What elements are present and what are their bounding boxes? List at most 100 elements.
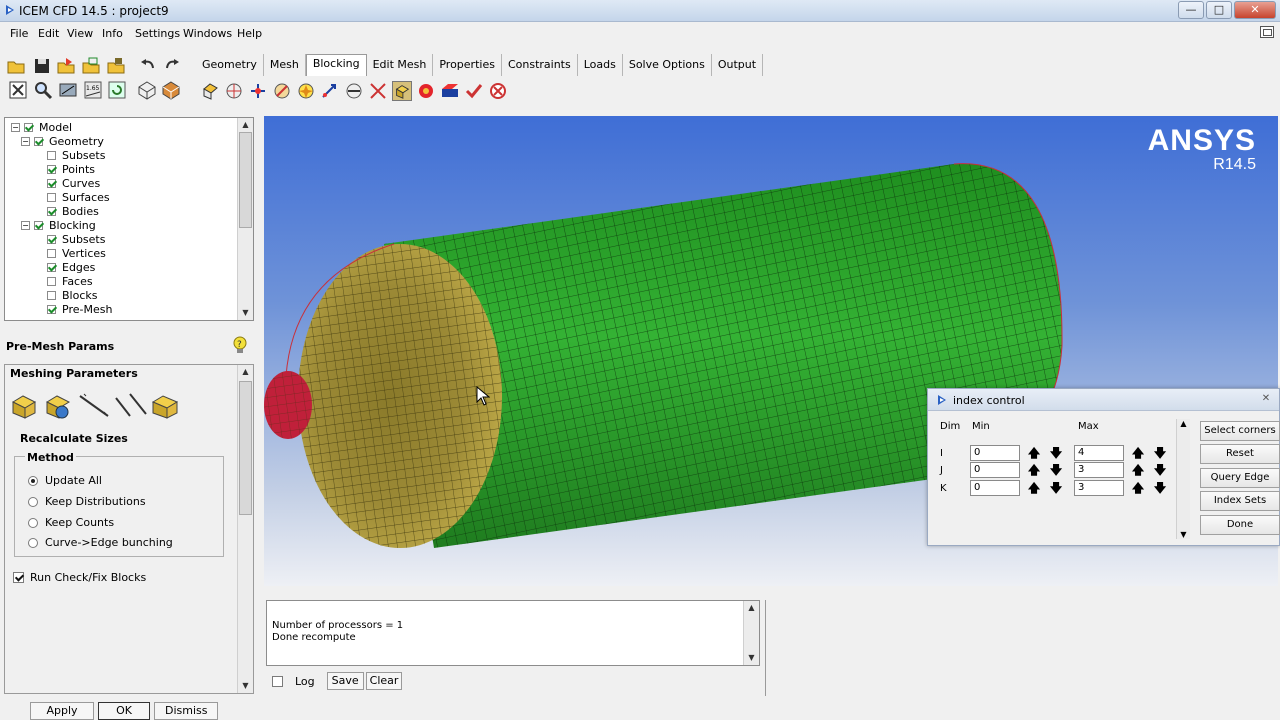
k-min-down-icon[interactable]: 🡇 bbox=[1049, 481, 1063, 495]
tab-loads[interactable]: Loads bbox=[578, 54, 623, 76]
query-edge-button[interactable]: Query Edge bbox=[1200, 468, 1280, 488]
tab-blocking[interactable]: Blocking bbox=[305, 54, 367, 76]
message-window[interactable]: Number of processors = 1 Done recompute … bbox=[266, 600, 760, 666]
tab-mesh[interactable]: Mesh bbox=[264, 54, 306, 76]
scroll-up-icon[interactable]: ▲ bbox=[238, 365, 253, 379]
tree-item-blocks[interactable]: Blocks bbox=[47, 288, 97, 302]
help-bulb-icon[interactable]: ? bbox=[232, 336, 248, 354]
apply-button[interactable]: Apply bbox=[30, 702, 94, 720]
merge-vertices-icon[interactable] bbox=[248, 81, 268, 101]
scroll-up-icon[interactable]: ▲ bbox=[238, 118, 253, 132]
transform-blocks-icon[interactable] bbox=[344, 81, 364, 101]
minimize-button[interactable]: — bbox=[1178, 1, 1204, 19]
clear-log-button[interactable]: Clear bbox=[365, 672, 403, 690]
i-min-field[interactable]: 0 bbox=[970, 445, 1020, 461]
tab-geometry[interactable]: Geometry bbox=[196, 54, 264, 76]
i-min-up-icon[interactable]: 🡅 bbox=[1027, 446, 1041, 460]
scroll-down-icon[interactable]: ▼ bbox=[744, 651, 759, 665]
i-min-down-icon[interactable]: 🡇 bbox=[1049, 446, 1063, 460]
j-max-field[interactable]: 3 bbox=[1074, 462, 1124, 478]
open-blocking-icon[interactable] bbox=[106, 56, 126, 76]
save-log-button[interactable]: Save bbox=[326, 672, 364, 690]
tab-solve-options[interactable]: Solve Options bbox=[623, 54, 712, 76]
j-min-field[interactable]: 0 bbox=[970, 462, 1020, 478]
tab-properties[interactable]: Properties bbox=[433, 54, 502, 76]
split-block-icon[interactable] bbox=[224, 81, 244, 101]
done-button[interactable]: Done bbox=[1200, 515, 1280, 535]
tree-item-geo-subsets[interactable]: Subsets bbox=[47, 148, 105, 162]
zoom-icon[interactable] bbox=[33, 80, 53, 100]
dialog-scrollbar[interactable]: ▲ ▼ bbox=[1176, 419, 1190, 539]
tree-item-edges[interactable]: Edges bbox=[47, 260, 95, 274]
menu-view[interactable]: View bbox=[67, 27, 93, 40]
update-size-icon[interactable] bbox=[10, 392, 38, 420]
check-blocks-icon[interactable] bbox=[464, 81, 484, 101]
open-mesh-icon[interactable] bbox=[81, 56, 101, 76]
k-min-up-icon[interactable]: 🡅 bbox=[1027, 481, 1041, 495]
associate-icon[interactable] bbox=[296, 81, 316, 101]
i-max-field[interactable]: 4 bbox=[1074, 445, 1124, 461]
refinement-icon[interactable] bbox=[150, 392, 180, 420]
tree-item-model[interactable]: − Model bbox=[11, 120, 72, 134]
menu-info[interactable]: Info bbox=[102, 27, 123, 40]
tree-item-surfaces[interactable]: Surfaces bbox=[47, 190, 110, 204]
scroll-down-icon[interactable]: ▼ bbox=[1177, 530, 1190, 539]
restore-window-icon[interactable] bbox=[1260, 26, 1274, 38]
log-checkbox[interactable] bbox=[272, 675, 283, 687]
radio-update-all[interactable]: Update All bbox=[28, 474, 102, 487]
menu-file[interactable]: File bbox=[10, 27, 28, 40]
radio-curve-edge-bunching[interactable]: Curve->Edge bunching bbox=[28, 536, 173, 549]
dialog-title-bar[interactable]: index control ✕ bbox=[928, 389, 1279, 411]
tree-item-block-subsets[interactable]: Subsets bbox=[47, 232, 105, 246]
tree-item-vertices[interactable]: Vertices bbox=[47, 246, 106, 260]
ok-button[interactable]: OK bbox=[98, 702, 150, 720]
scroll-down-icon[interactable]: ▼ bbox=[238, 679, 253, 693]
scroll-up-icon[interactable]: ▲ bbox=[1177, 419, 1190, 428]
scale-sizes-icon[interactable] bbox=[44, 392, 72, 420]
tree-item-geometry[interactable]: − Geometry bbox=[21, 134, 104, 148]
message-scrollbar[interactable]: ▲ ▼ bbox=[743, 601, 759, 665]
tree-item-blocking[interactable]: − Blocking bbox=[21, 218, 96, 232]
j-min-up-icon[interactable]: 🡅 bbox=[1027, 463, 1041, 477]
pre-mesh-quality-icon[interactable] bbox=[416, 81, 436, 101]
maximize-button[interactable]: □ bbox=[1206, 1, 1232, 19]
undo-icon[interactable] bbox=[138, 56, 158, 76]
tree-item-points[interactable]: Points bbox=[47, 162, 95, 176]
distance-icon[interactable]: 1.65 bbox=[83, 80, 103, 100]
delete-block-icon[interactable] bbox=[488, 81, 508, 101]
dialog-close-icon[interactable]: ✕ bbox=[1257, 391, 1275, 407]
reset-button[interactable]: Reset bbox=[1200, 444, 1280, 464]
edit-block-icon[interactable] bbox=[272, 81, 292, 101]
tab-edit-mesh[interactable]: Edit Mesh bbox=[367, 54, 434, 76]
edit-edge-icon[interactable] bbox=[368, 81, 388, 101]
save-icon[interactable] bbox=[32, 56, 52, 76]
close-button[interactable]: ✕ bbox=[1234, 1, 1276, 19]
scroll-down-icon[interactable]: ▼ bbox=[238, 306, 253, 320]
open-geometry-icon[interactable] bbox=[56, 56, 76, 76]
tab-constraints[interactable]: Constraints bbox=[502, 54, 578, 76]
create-block-icon[interactable] bbox=[200, 81, 220, 101]
j-min-down-icon[interactable]: 🡇 bbox=[1049, 463, 1063, 477]
measure-icon[interactable] bbox=[58, 80, 78, 100]
dismiss-button[interactable]: Dismiss bbox=[154, 702, 218, 720]
index-sets-button[interactable]: Index Sets bbox=[1200, 491, 1280, 511]
i-max-down-icon[interactable]: 🡇 bbox=[1153, 446, 1167, 460]
k-max-field[interactable]: 3 bbox=[1074, 480, 1124, 496]
refresh-icon[interactable] bbox=[107, 80, 127, 100]
k-min-field[interactable]: 0 bbox=[970, 480, 1020, 496]
radio-keep-counts[interactable]: Keep Counts bbox=[28, 516, 114, 529]
scroll-up-icon[interactable]: ▲ bbox=[744, 601, 759, 615]
menu-edit[interactable]: Edit bbox=[38, 27, 59, 40]
menu-windows[interactable]: Windows bbox=[183, 27, 232, 40]
tab-output[interactable]: Output bbox=[712, 54, 764, 76]
params-scrollbar[interactable]: ▲ ▼ bbox=[237, 365, 253, 693]
fit-window-icon[interactable] bbox=[8, 80, 28, 100]
tree-item-faces[interactable]: Faces bbox=[47, 274, 93, 288]
j-max-up-icon[interactable]: 🡅 bbox=[1131, 463, 1145, 477]
tree-item-curves[interactable]: Curves bbox=[47, 176, 100, 190]
i-max-up-icon[interactable]: 🡅 bbox=[1131, 446, 1145, 460]
solid-shaded-icon[interactable] bbox=[161, 80, 181, 100]
j-max-down-icon[interactable]: 🡇 bbox=[1153, 463, 1167, 477]
tree-scrollbar[interactable]: ▲ ▼ bbox=[237, 118, 253, 320]
k-max-down-icon[interactable]: 🡇 bbox=[1153, 481, 1167, 495]
